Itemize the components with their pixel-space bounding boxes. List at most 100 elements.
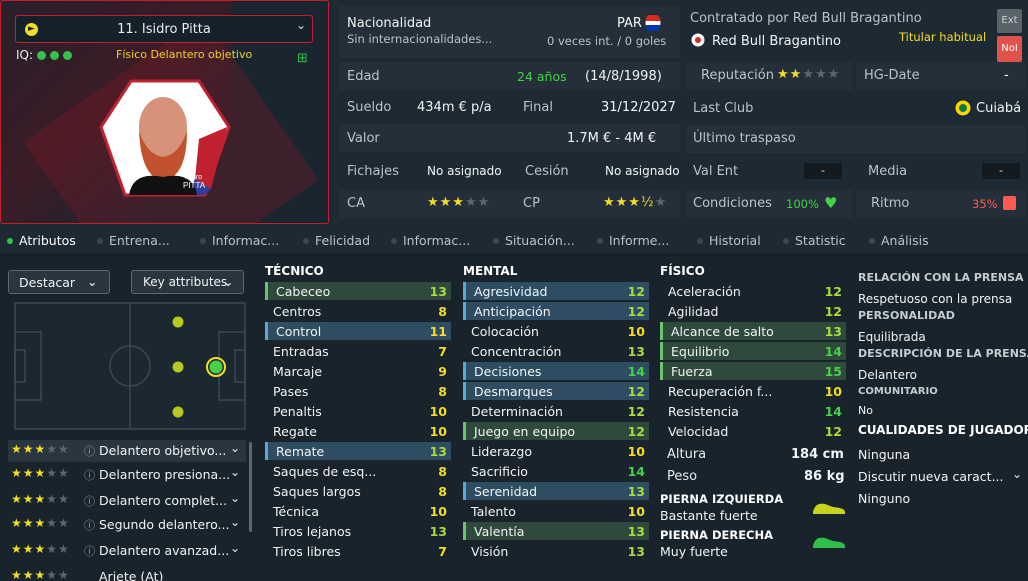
reputation-label: Reputación (701, 68, 774, 83)
attribute-value: 13 (627, 484, 645, 499)
attribute-row[interactable]: Sacrificio 14 (463, 462, 649, 480)
attribute-row[interactable]: Alcance de salto 13 (660, 322, 846, 340)
attribute-name: Desmarques (474, 384, 553, 399)
chevron-down-icon: ⌄ (230, 515, 241, 529)
tab-attributes[interactable]: Atributos (7, 233, 76, 248)
tab-info[interactable]: Informac... (391, 233, 470, 248)
attribute-row[interactable]: Entradas 7 (265, 342, 451, 360)
roles-scrollbar[interactable] (249, 442, 252, 532)
attribute-row[interactable]: Control 11 (265, 322, 451, 340)
attribute-value: 12 (824, 284, 842, 299)
cp-label: CP (523, 196, 540, 211)
discuss-trait-dropdown[interactable]: Discutir nueva caract... ⌄ (855, 464, 1028, 488)
tab-happiness[interactable]: Felicidad (303, 233, 370, 248)
attribute-name: Saques largos (273, 484, 361, 499)
attribute-row[interactable]: Desmarques 12 (463, 382, 649, 400)
attribute-row[interactable]: Velocidad 12 (660, 422, 846, 440)
attribute-row[interactable]: Tiros libres 7 (265, 542, 451, 560)
ext-button[interactable]: Ext (997, 9, 1022, 33)
media-description-label: DESCRIPCIÓN DE LA PRENSA (858, 347, 1028, 360)
attribute-row[interactable]: Concentración 13 (463, 342, 649, 360)
valent-label: Val Ent (693, 164, 739, 179)
player-roles: Físico Delantero objetivo (116, 48, 253, 61)
attribute-name: Sacrificio (471, 464, 528, 479)
attribute-name: Liderazgo (471, 444, 533, 459)
attribute-row[interactable]: Cabeceo 13 (265, 282, 451, 300)
chevron-down-icon: ⌄ (230, 541, 241, 555)
attribute-row[interactable]: Visión 13 (463, 542, 649, 560)
tab-report[interactable]: Informac... (200, 233, 279, 248)
mental-title: MENTAL (463, 264, 518, 278)
info-icon: ⓘ (84, 469, 95, 482)
tab-situation[interactable]: Situación... (493, 233, 575, 248)
role-row[interactable]: ★★★★★ Ariete (At) (8, 566, 246, 581)
attribute-name: Aceleración (668, 284, 741, 299)
tab-statistics[interactable]: Statistic (783, 233, 846, 248)
attribute-name: Centros (273, 304, 322, 319)
attribute-name: Colocación (471, 324, 539, 339)
attribute-row[interactable]: Determinación 12 (463, 402, 649, 420)
last-club-link[interactable]: Cuiabá (976, 101, 1021, 116)
attribute-row[interactable]: Técnica 10 (265, 502, 451, 520)
attribute-row[interactable]: Talento 10 (463, 502, 649, 520)
attribute-row[interactable]: Decisiones 14 (463, 362, 649, 380)
loan-value: No asignado (605, 164, 680, 178)
noi-button[interactable]: NoI (997, 36, 1022, 62)
attribute-row[interactable]: Aceleración 12 (660, 282, 846, 300)
attribute-row[interactable]: Penaltis 10 (265, 402, 451, 420)
attribute-row[interactable]: Serenidad 13 (463, 482, 649, 500)
player-name-selector[interactable]: ► 11. Isidro Pitta ⌄ (15, 15, 313, 43)
attribute-row[interactable]: Saques largos 8 (265, 482, 451, 500)
attribute-row[interactable]: Marcaje 9 (265, 362, 451, 380)
attribute-row[interactable]: Recuperación f... 10 (660, 382, 846, 400)
attribute-row[interactable]: Tiros lejanos 13 (265, 522, 451, 540)
club-link[interactable]: Red Bull Bragantino (712, 34, 841, 49)
attribute-row[interactable]: Centros 8 (265, 302, 451, 320)
attribute-row[interactable]: Fuerza 15 (660, 362, 846, 380)
attribute-row[interactable]: Liderazgo 10 (463, 442, 649, 460)
attribute-value: 13 (824, 324, 842, 339)
media-label: Media (868, 164, 908, 179)
right-foot-value: Muy fuerte (660, 544, 728, 559)
role-row[interactable]: ★★★★★ ⓘ Delantero avanzad... ⌄ (8, 540, 246, 562)
clipboard-add-icon[interactable]: ⊞ (297, 51, 308, 66)
tab-scout-report[interactable]: Informe... (597, 233, 669, 248)
attribute-value: 8 (438, 484, 447, 499)
chevron-down-icon[interactable]: ⌄ (296, 18, 306, 32)
attribute-row[interactable]: Equilibrio 14 (660, 342, 846, 360)
media-description-value: Delantero (858, 368, 918, 382)
valent-row: Val Ent - (686, 158, 852, 186)
role-row[interactable]: ★★★★★ ⓘ Delantero objetivo... ⌄ (8, 440, 246, 462)
attribute-row[interactable]: Pases 8 (265, 382, 451, 400)
contract-label: Contratado por Red Bull Bragantino (690, 11, 922, 26)
attribute-value: 14 (627, 464, 645, 479)
contract-end-value: 31/12/2027 (601, 100, 676, 115)
left-boot-icon (813, 503, 845, 514)
role-name: Segundo delantero... (99, 517, 230, 532)
value-row: Valor 1.7M € - 4M € (339, 124, 680, 152)
attribute-row[interactable]: Colocación 10 (463, 322, 649, 340)
attribute-row[interactable]: Saques de esq... 8 (265, 462, 451, 480)
key-attributes-dropdown[interactable]: Key attributes ⌄ (131, 270, 244, 294)
highlight-dropdown[interactable]: Destacar ⌄ (8, 270, 110, 294)
role-row[interactable]: ★★★★★ ⓘ Delantero presiona... ⌄ (8, 464, 246, 486)
ca-stars: ★★★★★ (427, 195, 491, 210)
attribute-row[interactable]: Valentía 13 (463, 522, 649, 540)
attribute-name: Remate (276, 444, 325, 459)
reputation-row: Reputación ★★★★★ (686, 62, 852, 90)
attribute-row[interactable]: Agilidad 12 (660, 302, 846, 320)
tab-analysis[interactable]: Análisis (869, 233, 929, 248)
attribute-row[interactable]: Remate 13 (265, 442, 451, 460)
attribute-value: 12 (627, 304, 645, 319)
attribute-value: 13 (627, 544, 645, 559)
tab-training[interactable]: Entrena... (97, 233, 170, 248)
attribute-row[interactable]: Regate 10 (265, 422, 451, 440)
attribute-row[interactable]: Juego en equipo 12 (463, 422, 649, 440)
attribute-row[interactable]: Resistencia 14 (660, 402, 846, 420)
tab-history[interactable]: Historial (697, 233, 761, 248)
attribute-name: Técnica (273, 504, 320, 519)
attribute-row[interactable]: Anticipación 12 (463, 302, 649, 320)
attribute-row[interactable]: Agresividad 12 (463, 282, 649, 300)
role-row[interactable]: ★★★★★ ⓘ Delantero complet... ⌄ (8, 490, 246, 512)
role-row[interactable]: ★★★★★ ⓘ Segundo delantero... ⌄ (8, 514, 246, 536)
